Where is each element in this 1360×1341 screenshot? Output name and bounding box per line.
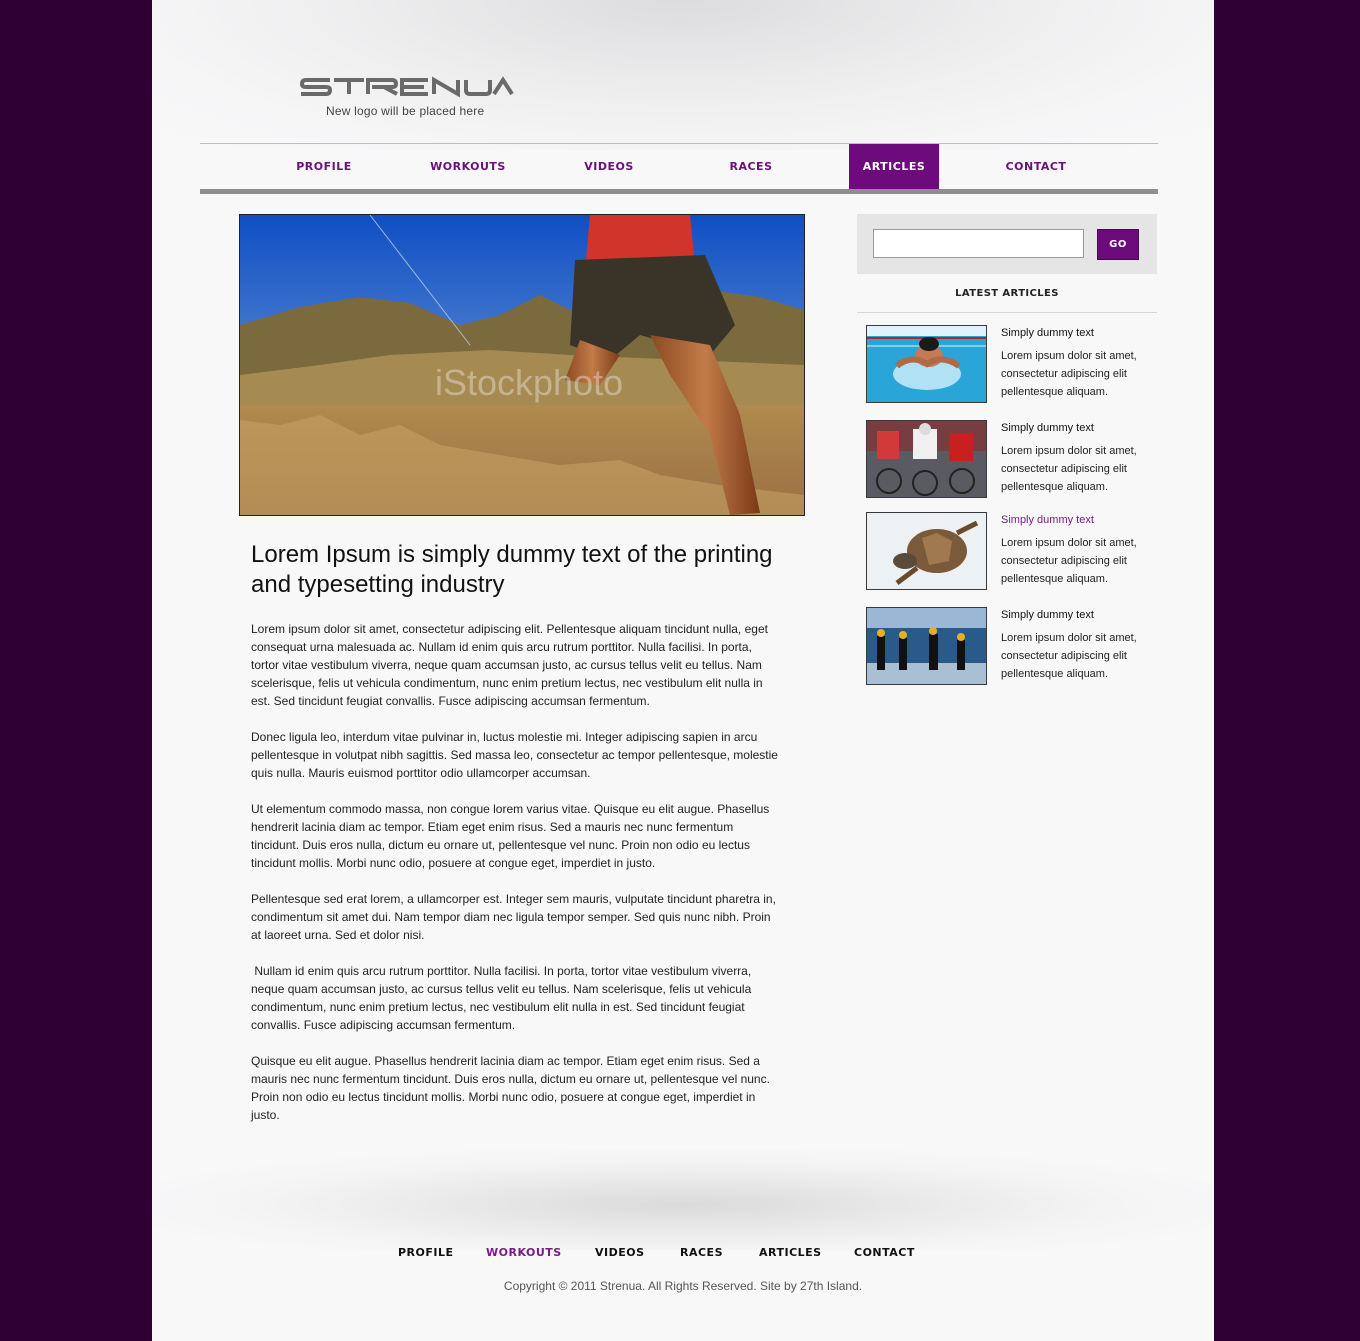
latest-article-item: Simply dummy text Lorem ipsum dolor sit … <box>866 512 1156 592</box>
article-excerpt: Lorem ipsum dolor sit amet, consectetur … <box>1001 537 1137 585</box>
article-paragraph: Ut elementum commodo massa, non congue l… <box>251 802 770 870</box>
header-background <box>152 0 1214 150</box>
nav-item-contact[interactable]: CONTACT <box>991 144 1081 190</box>
article-title-link[interactable]: Simply dummy text <box>1001 609 1094 621</box>
hero-image-runner: iStockphoto <box>239 214 805 516</box>
main-nav: PROFILE WORKOUTS VIDEOS RACES ARTICLES C… <box>200 143 1158 190</box>
article-thumbnail-cyclists[interactable] <box>866 420 987 498</box>
article-thumbnail-turtle[interactable] <box>866 512 987 590</box>
article-paragraph: Pellentesque sed erat lorem, a ullamcorp… <box>251 892 776 942</box>
article-title: Lorem Ipsum is simply dummy text of the … <box>251 541 773 598</box>
footer-nav-races[interactable]: RACES <box>680 1246 723 1259</box>
search-box: GO <box>857 214 1157 274</box>
article-paragraph: Lorem ipsum dolor sit amet, consectetur … <box>251 622 768 708</box>
footer-nav-profile[interactable]: PROFILE <box>398 1246 454 1259</box>
nav-underline-bar <box>200 189 1158 194</box>
latest-article-item: Simply dummy text Lorem ipsum dolor sit … <box>866 325 1156 405</box>
footer-background <box>152 1150 1214 1250</box>
page: New logo will be placed here PROFILE WOR… <box>152 0 1214 1341</box>
article-title-link[interactable]: Simply dummy text <box>1001 422 1094 434</box>
nav-item-videos[interactable]: VIDEOS <box>564 144 654 190</box>
article-title-link[interactable]: Simply dummy text <box>1001 514 1094 526</box>
sidebar-divider <box>857 312 1157 313</box>
article-excerpt: Lorem ipsum dolor sit amet, consectetur … <box>1001 445 1137 493</box>
nav-item-profile[interactable]: PROFILE <box>274 144 374 190</box>
footer-nav-articles[interactable]: ARTICLES <box>759 1246 822 1259</box>
latest-article-item: Simply dummy text Lorem ipsum dolor sit … <box>866 420 1156 500</box>
logo-tagline: New logo will be placed here <box>326 104 485 118</box>
site-logo[interactable] <box>300 76 514 98</box>
latest-articles-heading: LATEST ARTICLES <box>955 288 1059 299</box>
footer-nav-videos[interactable]: VIDEOS <box>595 1246 645 1259</box>
article-paragraph: Donec ligula leo, interdum vitae pulvina… <box>251 730 778 780</box>
article-thumbnail-triathletes[interactable] <box>866 607 987 685</box>
footer-copyright: Copyright © 2011 Strenua. All Rights Res… <box>503 1279 863 1293</box>
article-thumbnail-swimmer[interactable] <box>866 325 987 403</box>
article-title-link[interactable]: Simply dummy text <box>1001 327 1094 339</box>
article-paragraph: Nullam id enim quis arcu rutrum porttito… <box>251 964 755 1032</box>
nav-item-workouts[interactable]: WORKOUTS <box>416 144 520 190</box>
search-go-button[interactable]: GO <box>1097 229 1139 260</box>
article-excerpt: Lorem ipsum dolor sit amet, consectetur … <box>1001 632 1137 680</box>
hero-watermark: iStockphoto <box>435 362 623 403</box>
article-body: Lorem ipsum dolor sit amet, consectetur … <box>251 620 783 1142</box>
footer-nav-contact[interactable]: CONTACT <box>854 1246 915 1259</box>
search-input[interactable] <box>873 229 1084 258</box>
article-paragraph: Quisque eu elit augue. Phasellus hendrer… <box>251 1054 770 1122</box>
nav-item-articles[interactable]: ARTICLES <box>849 144 939 190</box>
footer-nav-workouts[interactable]: WORKOUTS <box>486 1246 562 1259</box>
nav-item-races[interactable]: RACES <box>706 144 796 190</box>
article-excerpt: Lorem ipsum dolor sit amet, consectetur … <box>1001 350 1137 398</box>
latest-article-item: Simply dummy text Lorem ipsum dolor sit … <box>866 607 1156 687</box>
